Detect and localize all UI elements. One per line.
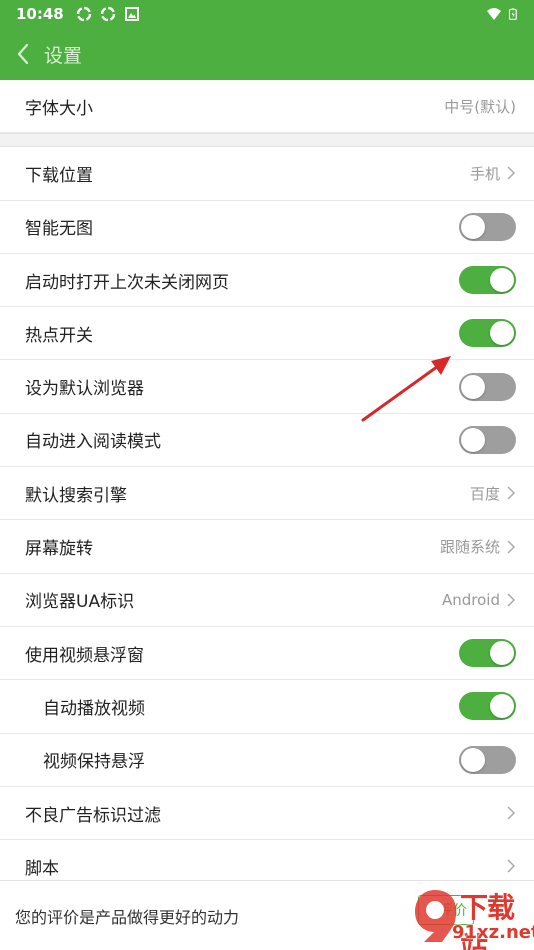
toggle-knob — [461, 214, 485, 239]
toggle-knob — [461, 374, 485, 399]
sync-icon — [100, 6, 115, 22]
setting-smart-no-image: 智能无图 — [0, 200, 534, 254]
setting-ua[interactable]: 浏览器UA标识 Android — [0, 573, 534, 627]
setting-label: 不良广告标识过滤 — [25, 805, 161, 826]
chevron-right-icon — [507, 486, 516, 500]
setting-label: 热点开关 — [25, 325, 93, 346]
setting-label: 默认搜索引擎 — [25, 485, 127, 506]
setting-label: 下载位置 — [25, 165, 93, 186]
setting-value: 手机 — [469, 164, 500, 183]
setting-value: Android — [442, 590, 500, 609]
setting-ad-filter[interactable]: 不良广告标识过滤 — [0, 786, 534, 841]
watermark: 下载站 91xz.net — [412, 884, 534, 950]
setting-label: 使用视频悬浮窗 — [25, 645, 144, 666]
toggle-knob — [490, 641, 514, 666]
setting-label: 自动播放视频 — [43, 698, 145, 719]
toggle-knob — [490, 694, 514, 719]
setting-label: 视频保持悬浮 — [43, 752, 145, 773]
setting-label: 智能无图 — [25, 219, 93, 240]
autoplay-video-toggle[interactable] — [459, 692, 516, 721]
status-time: 10:48 — [16, 5, 64, 23]
setting-font-size[interactable]: 字体大小 中号(默认) — [0, 80, 534, 134]
toggle-knob — [490, 268, 514, 293]
setting-label: 启动时打开上次未关闭网页 — [25, 272, 229, 293]
settings-group-font: 字体大小 中号(默认) — [0, 80, 534, 134]
setting-value: 跟随系统 — [439, 538, 500, 557]
setting-value: 中号(默认) — [444, 97, 516, 116]
toggle-knob — [461, 747, 485, 772]
chevron-right-icon — [507, 166, 516, 180]
setting-value: 百度 — [469, 484, 500, 503]
chevron-right-icon — [507, 859, 516, 873]
toggle-knob — [490, 321, 514, 346]
default-browser-toggle[interactable] — [459, 372, 516, 401]
setting-label: 脚本 — [25, 858, 59, 879]
back-arrow-icon — [17, 43, 29, 65]
app-bar: 设置 — [0, 28, 534, 80]
restore-tabs-toggle[interactable] — [459, 266, 516, 295]
settings-list: 字体大小 中号(默认) 下载位置 手机 智能无图 启动时打开上次未关闭网页 热点… — [0, 80, 534, 894]
setting-restore-tabs: 启动时打开上次未关闭网页 — [0, 253, 534, 308]
auto-reader-toggle[interactable] — [459, 425, 516, 454]
setting-default-browser: 设为默认浏览器 — [0, 360, 534, 414]
settings-group-main: 下载位置 手机 智能无图 启动时打开上次未关闭网页 热点开关 设为默认浏览器 自… — [0, 147, 534, 894]
setting-autoplay-video: 自动播放视频 — [0, 680, 534, 734]
keep-floating-toggle[interactable] — [459, 745, 516, 774]
battery-icon — [508, 8, 517, 20]
wifi-icon — [487, 8, 501, 20]
watermark-url: 91xz.net — [452, 922, 534, 943]
setting-floating-video: 使用视频悬浮窗 — [0, 626, 534, 681]
setting-label: 字体大小 — [25, 98, 93, 119]
status-bar: 10:48 — [0, 0, 534, 28]
image-icon — [124, 7, 139, 21]
setting-label: 自动进入阅读模式 — [25, 432, 161, 453]
setting-search-engine[interactable]: 默认搜索引擎 百度 — [0, 467, 534, 521]
floating-video-toggle[interactable] — [459, 639, 516, 668]
chevron-right-icon — [507, 806, 516, 820]
setting-download-location[interactable]: 下载位置 手机 — [0, 147, 534, 201]
chevron-right-icon — [507, 593, 516, 607]
setting-keep-floating: 视频保持悬浮 — [0, 733, 534, 787]
setting-label: 设为默认浏览器 — [25, 379, 144, 400]
setting-label: 屏幕旋转 — [25, 539, 93, 560]
setting-auto-reader: 自动进入阅读模式 — [0, 413, 534, 468]
hotspot-toggle[interactable] — [459, 319, 516, 348]
toggle-knob — [461, 427, 485, 452]
setting-label: 浏览器UA标识 — [25, 592, 135, 613]
sync-icon — [76, 6, 91, 22]
setting-hotspot: 热点开关 — [0, 307, 534, 361]
back-button[interactable] — [0, 28, 46, 80]
page-title: 设置 — [44, 44, 83, 67]
smart-no-image-toggle[interactable] — [459, 212, 516, 241]
section-divider — [0, 133, 534, 148]
setting-screen-rotation[interactable]: 屏幕旋转 跟随系统 — [0, 520, 534, 574]
chevron-right-icon — [507, 539, 516, 554]
